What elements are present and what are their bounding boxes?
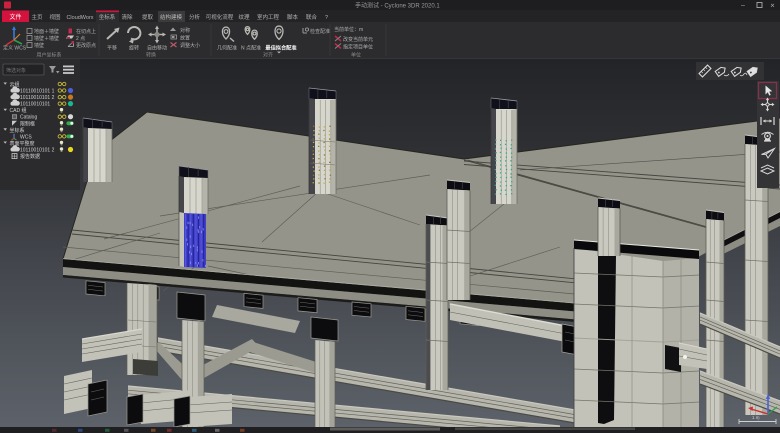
svg-text:可视化流程: 可视化流程 xyxy=(206,13,234,21)
svg-text:1 m: 1 m xyxy=(752,415,760,420)
svg-text:脚本: 脚本 xyxy=(287,13,299,21)
svg-text:2 点: 2 点 xyxy=(76,36,85,42)
svg-text:墙壁: 墙壁 xyxy=(34,42,44,49)
svg-text:最佳拟合配准: 最佳拟合配准 xyxy=(265,44,297,52)
svg-text:对称: 对称 xyxy=(180,27,190,34)
svg-text:检查配准: 检查配准 xyxy=(310,28,330,35)
svg-text:在切点上: 在切点上 xyxy=(76,28,96,35)
svg-text:提取: 提取 xyxy=(142,13,154,21)
svg-text:室内工程: 室内工程 xyxy=(257,13,280,21)
svg-text:地面＋墙壁: 地面＋墙壁 xyxy=(34,28,59,35)
svg-text:调整大小: 调整大小 xyxy=(180,42,200,49)
svg-text:结构建模: 结构建模 xyxy=(160,13,183,21)
svg-text:旋转: 旋转 xyxy=(129,45,139,52)
svg-text:CAD 组: CAD 组 xyxy=(10,107,27,114)
svg-text:放置: 放置 xyxy=(180,35,190,42)
svg-text:用户坐标系: 用户坐标系 xyxy=(36,52,61,59)
svg-text:指定项目单位: 指定项目单位 xyxy=(343,44,373,51)
svg-text:自由移动: 自由移动 xyxy=(147,45,167,52)
svg-text:平移: 平移 xyxy=(107,45,117,52)
svg-text:分析: 分析 xyxy=(189,13,201,21)
svg-text:Catalog: Catalog xyxy=(20,115,37,121)
svg-text:清除: 清除 xyxy=(121,13,133,21)
svg-text:单位: 单位 xyxy=(351,52,361,59)
svg-text:限制框: 限制框 xyxy=(20,120,35,127)
svg-text:对齐: 对齐 xyxy=(263,52,273,59)
svg-text:10110010101 2: 10110010101 2 xyxy=(20,148,55,154)
svg-text:报告数据: 报告数据 xyxy=(20,153,40,160)
svg-text:当前单位：m: 当前单位：m xyxy=(334,26,363,33)
svg-text:坐标系: 坐标系 xyxy=(10,127,25,134)
svg-text:N 点配准: N 点配准 xyxy=(241,45,261,52)
svg-text:10110010101 1: 10110010101 1 xyxy=(20,89,55,95)
svg-text:定义 WCS: 定义 WCS xyxy=(3,45,27,52)
svg-text:手动测试 - Cyclone 3DR 2020.1: 手动测试 - Cyclone 3DR 2020.1 xyxy=(355,2,440,10)
svg-text:筛选对象: 筛选对象 xyxy=(6,67,26,74)
svg-text:主页: 主页 xyxy=(31,13,43,21)
svg-text:联合: 联合 xyxy=(306,13,318,21)
svg-text:几何配准: 几何配准 xyxy=(217,45,237,52)
svg-text:转换: 转换 xyxy=(146,52,156,59)
svg-text:墙壁＋墙壁: 墙壁＋墙壁 xyxy=(34,35,59,42)
svg-text:更改原点: 更改原点 xyxy=(76,42,96,49)
svg-text:10110010101: 10110010101 xyxy=(20,102,50,108)
svg-text:文件: 文件 xyxy=(9,13,21,21)
svg-text:坐标系: 坐标系 xyxy=(99,13,116,21)
svg-text:?: ? xyxy=(325,15,328,21)
svg-text:改变当前单元: 改变当前单元 xyxy=(343,36,373,43)
svg-text:10110010101 2: 10110010101 2 xyxy=(20,95,55,101)
svg-text:视图: 视图 xyxy=(49,13,61,21)
svg-text:纹理: 纹理 xyxy=(238,13,250,21)
svg-text:CloudWorx: CloudWorx xyxy=(66,15,93,21)
svg-text:WCS: WCS xyxy=(20,134,32,140)
svg-text:–: – xyxy=(741,3,745,10)
svg-text:✕: ✕ xyxy=(770,4,775,10)
